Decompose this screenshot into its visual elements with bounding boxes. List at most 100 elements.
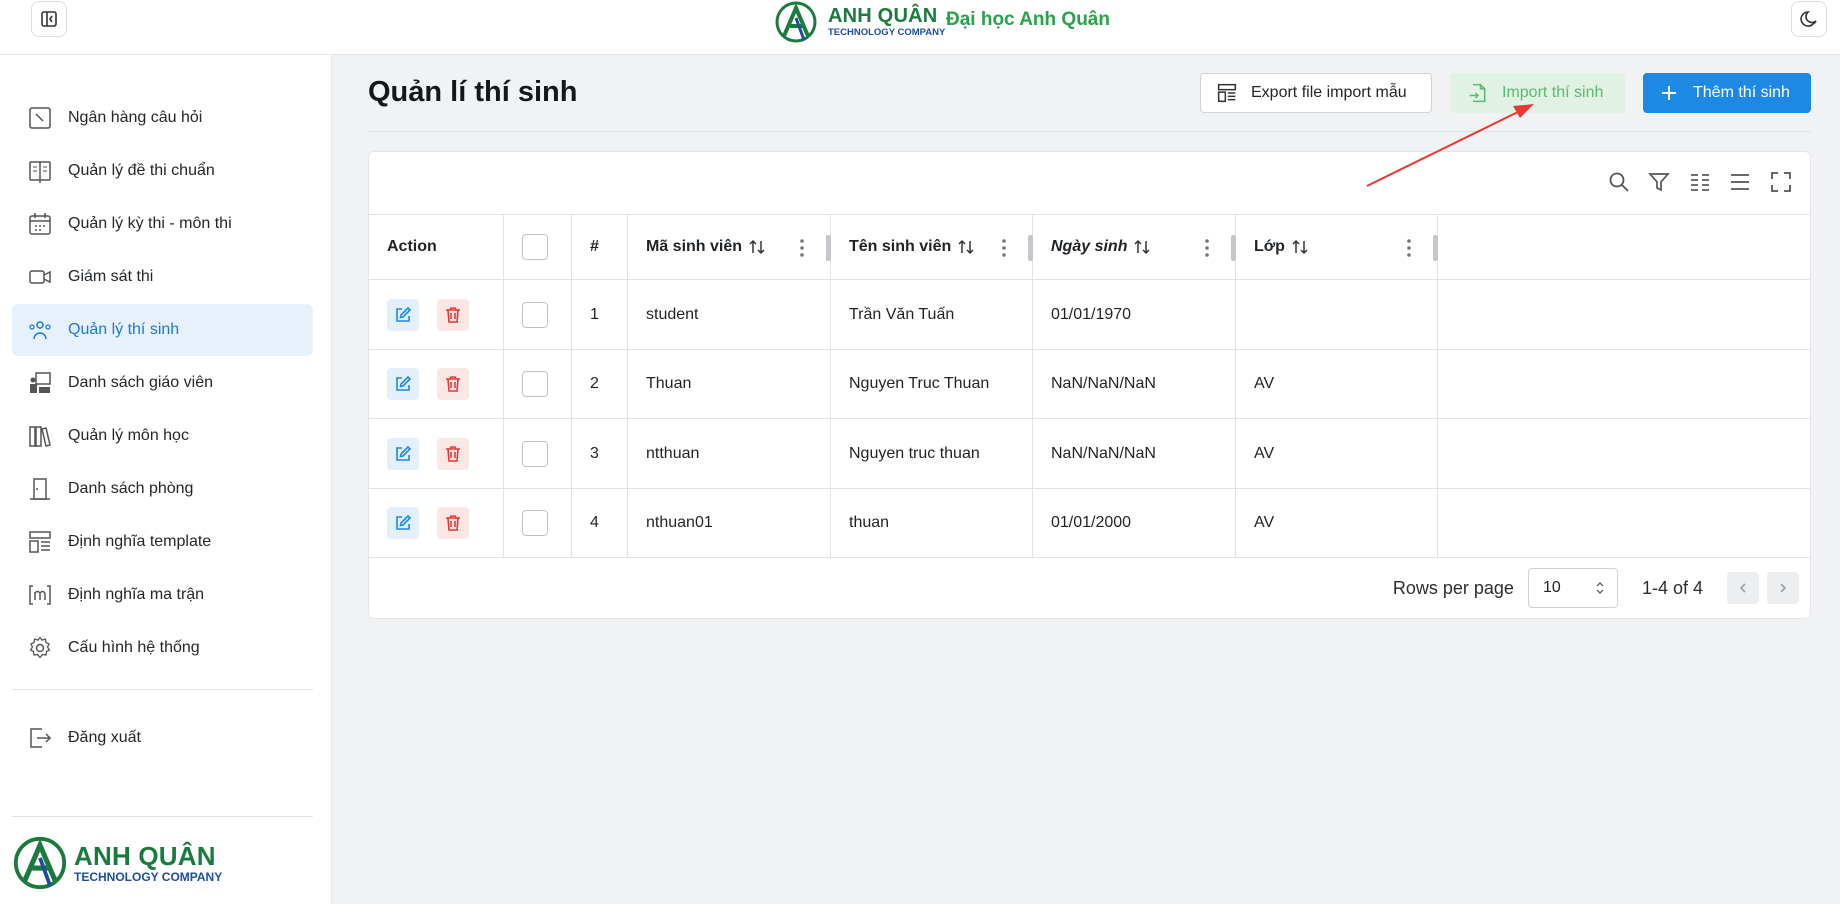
sidebar-item-candidates[interactable]: Quản lý thí sinh (12, 304, 313, 356)
row-checkbox[interactable] (522, 301, 548, 328)
row-checkbox[interactable] (522, 371, 548, 397)
anh-quan-logo-icon (13, 836, 67, 890)
video-icon (29, 270, 51, 284)
column-header-dob[interactable]: Ngày sinh (1033, 215, 1236, 279)
trash-icon (446, 445, 460, 462)
sort-icon[interactable] (748, 239, 766, 255)
template-icon (1217, 83, 1237, 103)
sidebar-item-matrix[interactable]: Định nghĩa ma trận (12, 569, 313, 621)
delete-button[interactable] (437, 437, 469, 470)
sidebar-item-teachers[interactable]: Danh sách giáo viên (12, 357, 313, 409)
edit-button[interactable] (387, 368, 419, 400)
sort-icon[interactable] (1133, 239, 1151, 255)
gear-icon (29, 636, 51, 659)
column-header-student-name[interactable]: Tên sinh viên (831, 215, 1033, 279)
column-header-class[interactable]: Lớp (1236, 215, 1438, 279)
columns-icon (1691, 174, 1709, 191)
prev-page-button[interactable] (1727, 572, 1759, 604)
table-search-button[interactable] (1605, 168, 1633, 196)
sidebar-item-question-bank[interactable]: Ngân hàng câu hỏi (12, 92, 313, 144)
table-footer: Rows per page 10 1-4 of 4 (369, 558, 1810, 618)
column-menu-icon[interactable] (800, 239, 804, 257)
row-actions (369, 419, 504, 488)
delete-button[interactable] (437, 507, 469, 539)
column-header-action: Action (369, 215, 504, 279)
column-menu-icon[interactable] (1002, 239, 1006, 257)
sidebar-toggle-button[interactable] (31, 1, 67, 37)
table-fullscreen-button[interactable] (1767, 168, 1795, 196)
table-columns-button[interactable] (1686, 168, 1714, 196)
logout-button[interactable]: Đăng xuất (12, 712, 313, 764)
sort-icon[interactable] (1291, 239, 1309, 255)
cell-student-id: Thuan (628, 350, 831, 418)
export-template-label: Export file import mẫu (1251, 84, 1407, 101)
delete-button[interactable] (437, 298, 469, 331)
add-candidate-button[interactable]: Thêm thí sinh (1643, 73, 1811, 113)
table-filter-button[interactable] (1645, 168, 1673, 196)
row-checkbox[interactable] (522, 510, 548, 536)
table-row: 4 nthuan01 thuan 01/01/2000 AV (369, 489, 1810, 558)
sidebar-item-templates[interactable]: Định nghĩa template (12, 516, 313, 568)
top-bar: ANH QUÂN TECHNOLOGY COMPANY Đại học Anh … (0, 0, 1840, 55)
sidebar-item-exams-subjects[interactable]: Quản lý kỳ thi - môn thi (12, 198, 313, 250)
sidebar-item-standard-exams[interactable]: Quản lý đề thi chuẩn (12, 145, 313, 197)
column-menu-icon[interactable] (1205, 239, 1209, 257)
trash-icon (446, 376, 460, 392)
row-checkbox[interactable] (522, 440, 548, 467)
column-header-label: Ngày sinh (1051, 238, 1128, 255)
export-template-button[interactable]: Export file import mẫu (1200, 73, 1432, 113)
column-header-label: # (590, 238, 599, 255)
column-header-student-id[interactable]: Mã sinh viên (628, 215, 831, 279)
sidebar-item-subjects[interactable]: Quản lý môn học (12, 410, 313, 462)
import-candidates-button[interactable]: Import thí sinh (1451, 73, 1625, 113)
rows-per-page-label: Rows per page (1392, 577, 1514, 598)
next-page-button[interactable] (1767, 572, 1799, 604)
cell-index: 4 (572, 489, 628, 557)
row-actions (369, 489, 504, 557)
row-select (504, 280, 572, 349)
import-candidates-label: Import thí sinh (1502, 84, 1604, 101)
table-density-button[interactable] (1726, 168, 1754, 196)
cell-student-name: Trần Văn Tuấn (831, 280, 1033, 349)
sidebar-item-exam-monitoring[interactable]: Giám sát thi (12, 251, 313, 303)
density-icon (1731, 174, 1749, 190)
brand-subtitle: TECHNOLOGY COMPANY (828, 27, 946, 39)
edit-button[interactable] (387, 437, 419, 470)
matrix-icon (29, 585, 51, 605)
cell-class: AV (1236, 419, 1438, 488)
edit-button[interactable] (387, 507, 419, 539)
add-candidate-label: Thêm thí sinh (1693, 84, 1790, 101)
column-resize-handle[interactable] (1433, 235, 1438, 261)
table-row: 1 student Trần Văn Tuấn 01/01/1970 (369, 280, 1810, 350)
brand-subtitle: TECHNOLOGY COMPANY (74, 870, 223, 884)
select-all-checkbox[interactable] (522, 234, 548, 260)
row-select (504, 489, 572, 557)
rows-per-page-select[interactable]: 10 (1527, 568, 1618, 608)
sidebar-item-rooms[interactable]: Danh sách phòng (12, 463, 313, 515)
sidebar-brand-logo: ANH QUÂN TECHNOLOGY COMPANY (12, 835, 222, 891)
sidebar-item-system-config[interactable]: Cấu hình hệ thống (12, 622, 313, 674)
cell-student-id: ntthuan (628, 419, 831, 488)
cell-index: 1 (572, 280, 628, 349)
edit-icon (396, 514, 412, 530)
question-bank-icon (29, 107, 51, 129)
sidebar-item-label: Định nghĩa ma trận (68, 586, 205, 603)
chevron-right-icon (1780, 583, 1787, 593)
file-import-icon (1469, 83, 1486, 103)
users-icon (29, 321, 51, 340)
sidebar-item-label: Danh sách giáo viên (68, 374, 213, 391)
table-header-row: Action # Mã sinh viên Tên sinh viên Ngày… (369, 214, 1810, 280)
header-divider (368, 131, 1811, 132)
chevron-left-icon (1739, 583, 1746, 593)
sort-icon[interactable] (957, 239, 975, 255)
books-icon (29, 426, 51, 447)
theme-toggle-button[interactable] (1791, 1, 1827, 37)
logout-label: Đăng xuất (68, 729, 141, 746)
brand-name: ANH QUÂN (828, 5, 938, 28)
edit-button[interactable] (387, 298, 419, 331)
column-menu-icon[interactable] (1407, 239, 1411, 257)
sidebar-item-label: Quản lý kỳ thi - môn thi (68, 215, 232, 232)
sidebar: Ngân hàng câu hỏi Quản lý đề thi chuẩn Q… (0, 55, 332, 904)
sidebar-item-label: Quản lý môn học (68, 427, 189, 444)
delete-button[interactable] (437, 368, 469, 400)
